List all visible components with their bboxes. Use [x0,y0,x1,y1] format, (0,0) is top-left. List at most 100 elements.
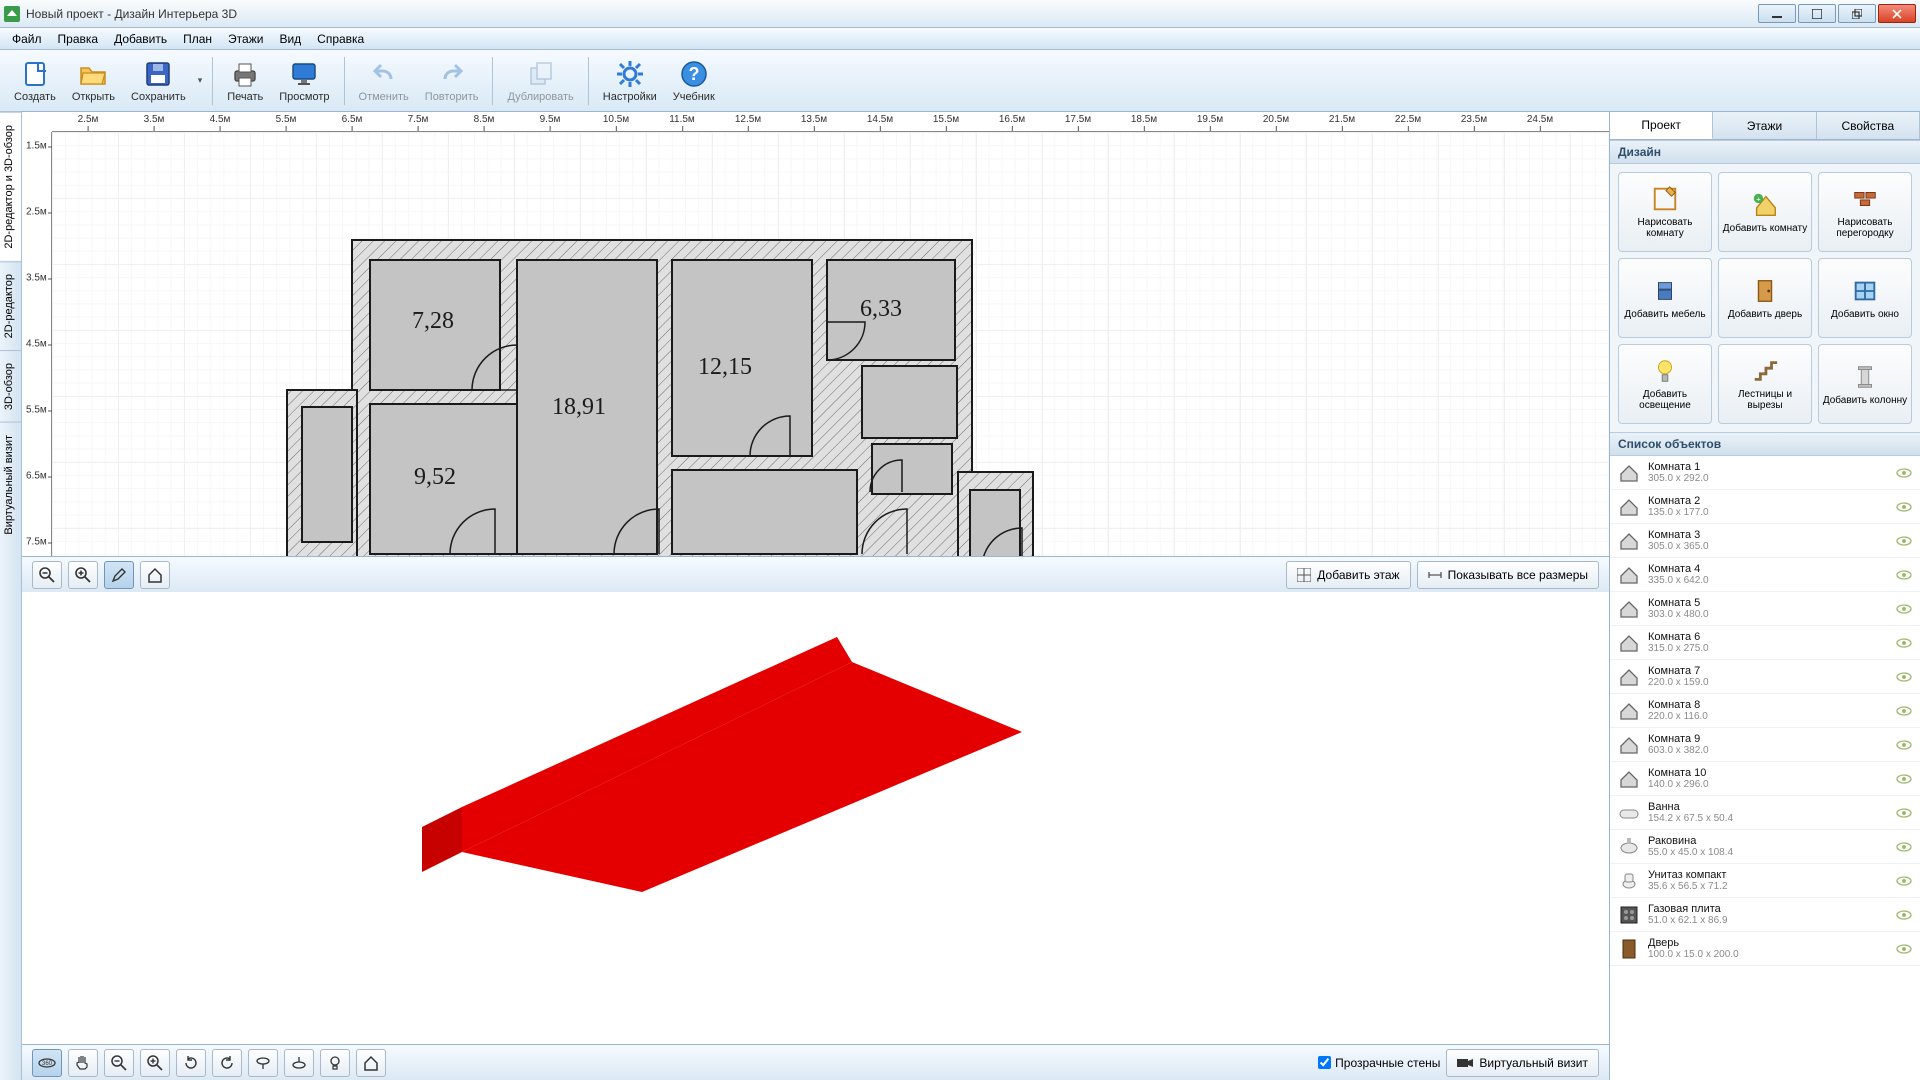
menu-file[interactable]: Файл [4,30,50,48]
visibility-icon[interactable] [1896,536,1912,546]
design-wall[interactable]: Нарисовать перегородку [1818,172,1912,252]
design-draw-room[interactable]: Нарисовать комнату [1618,172,1712,252]
plan-toolbar: Добавить этаж Показывать все размеры [22,556,1609,592]
door-icon [1618,938,1640,960]
visibility-icon[interactable] [1896,808,1912,818]
menu-plan[interactable]: План [175,30,220,48]
object-name: Комната 7 [1648,665,1888,677]
tool-tutorial[interactable]: ?Учебник [665,57,723,105]
object-dimensions: 35.6 x 56.5 x 71.2 [1648,881,1888,892]
tab-2d-3d[interactable]: 2D-редактор и 3D-обзор [0,112,21,261]
tool-settings[interactable]: Настройки [595,57,665,105]
menu-floors[interactable]: Этажи [220,30,271,48]
undo-icon [369,59,399,89]
design-door[interactable]: Добавить дверь [1718,258,1812,338]
object-row[interactable]: Комната 4335.0 x 642.0 [1610,558,1920,592]
tool-open[interactable]: Открыть [64,57,123,105]
object-row[interactable]: Унитаз компакт35.6 x 56.5 x 71.2 [1610,864,1920,898]
object-row[interactable]: Раковина55.0 x 45.0 x 108.4 [1610,830,1920,864]
tab-3d[interactable]: 3D-обзор [0,350,21,422]
zoom-in-button[interactable] [68,561,98,589]
room-icon [1618,530,1640,552]
visibility-icon[interactable] [1896,706,1912,716]
object-row[interactable]: Комната 2135.0 x 177.0 [1610,490,1920,524]
object-row[interactable]: Газовая плита51.0 x 62.1 x 86.9 [1610,898,1920,932]
view-3d[interactable] [22,592,1609,1044]
design-stairs[interactable]: Лестницы и вырезы [1718,344,1812,424]
minimize-button[interactable] [1758,4,1796,23]
maximize-button[interactable] [1798,4,1836,23]
home-button[interactable] [140,561,170,589]
object-list[interactable]: Комната 1305.0 x 292.0 Комната 2135.0 x … [1610,456,1920,1080]
design-chair[interactable]: Добавить мебель [1618,258,1712,338]
visibility-icon[interactable] [1896,502,1912,512]
tool-create[interactable]: Создать [6,57,64,105]
menu-view[interactable]: Вид [271,30,309,48]
menu-add[interactable]: Добавить [106,30,175,48]
room-icon [1618,462,1640,484]
grid-icon [1297,568,1311,582]
visibility-icon[interactable] [1896,740,1912,750]
menu-help[interactable]: Справка [309,30,372,48]
visibility-icon[interactable] [1896,638,1912,648]
tab-properties[interactable]: Свойства [1817,112,1920,139]
tab-project[interactable]: Проект [1610,112,1713,139]
restore-button[interactable] [1838,4,1876,23]
design-add-room[interactable]: +Добавить комнату [1718,172,1812,252]
room-area-5: 9,52 [414,464,456,490]
visibility-icon[interactable] [1896,842,1912,852]
column-icon [1850,363,1880,391]
tool-save-dropdown[interactable]: ▾ [194,75,207,86]
menu-edit[interactable]: Правка [50,30,107,48]
zoom-out-button[interactable] [32,561,62,589]
tilt-up-button[interactable] [248,1049,278,1077]
orbit-button[interactable]: 360 [32,1049,62,1077]
design-column[interactable]: Добавить колонну [1818,344,1912,424]
rotate-cw-button[interactable] [176,1049,206,1077]
edit-tool-button[interactable] [104,561,134,589]
tilt-down-button[interactable] [284,1049,314,1077]
show-dimensions-button[interactable]: Показывать все размеры [1417,561,1599,589]
visibility-icon[interactable] [1896,604,1912,614]
rotate-ccw-button[interactable] [212,1049,242,1077]
object-row[interactable]: Комната 10140.0 x 296.0 [1610,762,1920,796]
tool-print[interactable]: Печать [219,57,271,105]
visibility-icon[interactable] [1896,876,1912,886]
object-row[interactable]: Комната 6315.0 x 275.0 [1610,626,1920,660]
light-button[interactable] [320,1049,350,1077]
object-row[interactable]: Комната 9603.0 x 382.0 [1610,728,1920,762]
visibility-icon[interactable] [1896,944,1912,954]
pan-button[interactable] [68,1049,98,1077]
object-row[interactable]: Комната 1305.0 x 292.0 [1610,456,1920,490]
virtual-visit-button[interactable]: Виртуальный визит [1446,1049,1599,1077]
tab-virtual[interactable]: Виртуальный визит [0,422,21,547]
transparent-walls-checkbox[interactable]: Прозрачные стены [1318,1056,1440,1070]
close-button[interactable] [1878,4,1916,23]
zoom-out-3d-button[interactable] [104,1049,134,1077]
tool-preview[interactable]: Просмотр [271,57,337,105]
visibility-icon[interactable] [1896,910,1912,920]
tab-2d[interactable]: 2D-редактор [0,261,21,350]
visibility-icon[interactable] [1896,570,1912,580]
object-row[interactable]: Комната 3305.0 x 365.0 [1610,524,1920,558]
folder-open-icon [78,59,108,89]
design-lamp[interactable]: Добавить освещение [1618,344,1712,424]
add-floor-button[interactable]: Добавить этаж [1286,561,1410,589]
visibility-icon[interactable] [1896,774,1912,784]
design-window[interactable]: Добавить окно [1818,258,1912,338]
home-3d-button[interactable] [356,1049,386,1077]
plan-2d-view: 2.5м3.5м4.5м5.5м6.5м7.5м8.5м9.5м10.5м11.… [22,112,1609,592]
tool-save[interactable]: Сохранить [123,57,194,105]
object-row[interactable]: Дверь100.0 x 15.0 x 200.0 [1610,932,1920,966]
object-row[interactable]: Комната 5303.0 x 480.0 [1610,592,1920,626]
tab-floors[interactable]: Этажи [1713,112,1816,139]
object-row[interactable]: Комната 7220.0 x 159.0 [1610,660,1920,694]
object-row[interactable]: Комната 8220.0 x 116.0 [1610,694,1920,728]
object-row[interactable]: Ванна154.2 x 67.5 x 50.4 [1610,796,1920,830]
visibility-icon[interactable] [1896,672,1912,682]
toilet-icon [1618,870,1640,892]
monitor-icon [289,59,319,89]
floorplan-canvas[interactable]: 7,28 18,91 12,15 6,33 9,52 [52,132,1609,556]
zoom-in-3d-button[interactable] [140,1049,170,1077]
visibility-icon[interactable] [1896,468,1912,478]
